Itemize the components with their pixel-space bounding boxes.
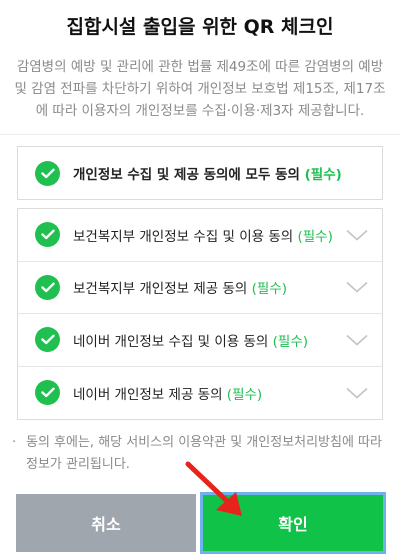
consent-item-label: 보건복지부 개인정보 수집 및 이용 동의 (필수)	[73, 225, 333, 245]
chevron-down-icon[interactable]	[346, 334, 368, 346]
check-circle-icon[interactable]	[35, 160, 60, 186]
consent-item-text: 보건복지부 개인정보 제공 동의	[73, 281, 248, 298]
consent-note: · 동의 후에는, 해당 서비스의 이용약관 및 개인정보처리방침에 따라 정보…	[12, 432, 392, 476]
required-tag: (필수)	[297, 228, 333, 245]
required-tag: (필수)	[251, 281, 288, 298]
check-circle-icon[interactable]	[35, 380, 60, 406]
consent-item-naver-collect[interactable]: 네이버 개인정보 수집 및 이용 동의 (필수)	[18, 314, 382, 367]
consent-item-mohw-collect[interactable]: 보건복지부 개인정보 수집 및 이용 동의 (필수)	[18, 209, 382, 262]
note-bullet: ·	[12, 435, 17, 450]
confirm-button[interactable]: 확인	[200, 492, 386, 554]
check-circle-icon[interactable]	[35, 274, 60, 300]
note-text: 동의 후에는, 해당 서비스의 이용약관 및 개인정보처리방침에 따라 정보가 …	[26, 435, 382, 472]
check-circle-icon[interactable]	[35, 222, 60, 248]
consent-item-text: 네이버 개인정보 수집 및 이용 동의	[73, 333, 269, 350]
divider	[0, 134, 400, 135]
required-tag: (필수)	[226, 386, 263, 403]
chevron-down-icon[interactable]	[346, 281, 368, 293]
consent-item-text: 보건복지부 개인정보 수집 및 이용 동의	[73, 228, 294, 245]
consent-list: 보건복지부 개인정보 수집 및 이용 동의 (필수) 보건복지부 개인정보 제공…	[17, 208, 383, 420]
cancel-button[interactable]: 취소	[16, 494, 196, 552]
consent-item-label: 네이버 개인정보 수집 및 이용 동의 (필수)	[73, 330, 308, 350]
consent-item-naver-provide[interactable]: 네이버 개인정보 제공 동의 (필수)	[18, 367, 382, 420]
agree-all-checkbox-row[interactable]: 개인정보 수집 및 제공 동의에 모두 동의 (필수)	[17, 146, 383, 200]
qr-checkin-consent-page: 집합시설 출입을 위한 QR 체크인 감염병의 예방 및 관리에 관한 법률 제…	[0, 0, 400, 556]
consent-item-text: 네이버 개인정보 제공 동의	[73, 386, 223, 403]
consent-item-label: 네이버 개인정보 제공 동의 (필수)	[73, 383, 262, 403]
agree-all-text: 개인정보 수집 및 제공 동의에 모두 동의	[73, 167, 300, 183]
chevron-down-icon[interactable]	[346, 387, 368, 399]
required-tag: (필수)	[304, 167, 342, 183]
required-tag: (필수)	[272, 333, 309, 350]
agree-all-label: 개인정보 수집 및 제공 동의에 모두 동의 (필수)	[73, 163, 342, 183]
page-title: 집합시설 출입을 위한 QR 체크인	[66, 16, 334, 38]
chevron-down-icon[interactable]	[346, 229, 368, 241]
consent-item-label: 보건복지부 개인정보 제공 동의 (필수)	[73, 277, 287, 297]
consent-description: 감염병의 예방 및 관리에 관한 법률 제49조에 따른 감염병의 예방 및 감…	[14, 59, 386, 119]
consent-item-mohw-provide[interactable]: 보건복지부 개인정보 제공 동의 (필수)	[18, 262, 382, 314]
check-circle-icon[interactable]	[35, 327, 60, 353]
